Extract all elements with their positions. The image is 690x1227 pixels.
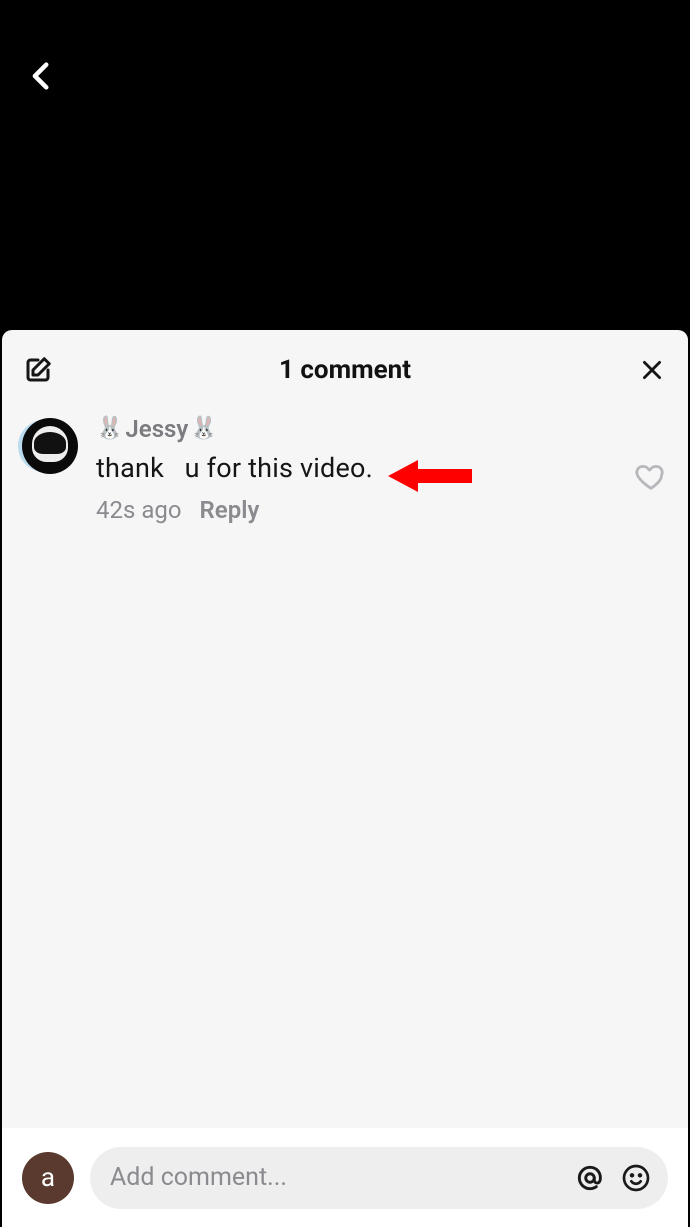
smiley-icon <box>620 1162 652 1194</box>
self-avatar[interactable]: a <box>22 1152 74 1204</box>
compose-button[interactable] <box>22 354 54 386</box>
comment-placeholder: Add comment... <box>110 1163 562 1192</box>
comments-sheet: 1 comment 🐰 Jessy 🐰 thank u for this vid… <box>2 330 688 1227</box>
back-button[interactable] <box>22 56 62 96</box>
chevron-left-icon <box>25 59 59 93</box>
comment-input-bar: a Add comment... <box>2 1127 688 1227</box>
bunny-icon: 🐰 <box>96 415 123 444</box>
bunny-icon: 🐰 <box>190 415 217 444</box>
commenter-name-text: Jessy <box>125 414 188 445</box>
close-icon <box>639 357 665 383</box>
emoji-button[interactable] <box>618 1160 654 1196</box>
commenter-avatar[interactable] <box>22 418 78 474</box>
self-avatar-initial: a <box>41 1163 55 1193</box>
comment-timestamp: 42s ago <box>96 496 182 524</box>
heart-icon <box>634 460 668 494</box>
mention-button[interactable] <box>572 1160 608 1196</box>
sheet-header: 1 comment <box>2 330 688 410</box>
at-icon <box>574 1162 606 1194</box>
commenter-name[interactable]: 🐰 Jessy 🐰 <box>96 414 616 445</box>
reply-button[interactable]: Reply <box>200 496 260 524</box>
sheet-title: 1 comment <box>54 355 636 385</box>
close-button[interactable] <box>636 354 668 386</box>
comment-row[interactable]: 🐰 Jessy 🐰 thank u for this video. 42s ag… <box>22 414 668 524</box>
comments-list: 🐰 Jessy 🐰 thank u for this video. 42s ag… <box>2 410 688 1127</box>
comment-input[interactable]: Add comment... <box>90 1147 668 1209</box>
like-button[interactable] <box>634 460 668 494</box>
compose-icon <box>23 355 53 385</box>
comment-text: thank u for this video. <box>96 449 616 488</box>
